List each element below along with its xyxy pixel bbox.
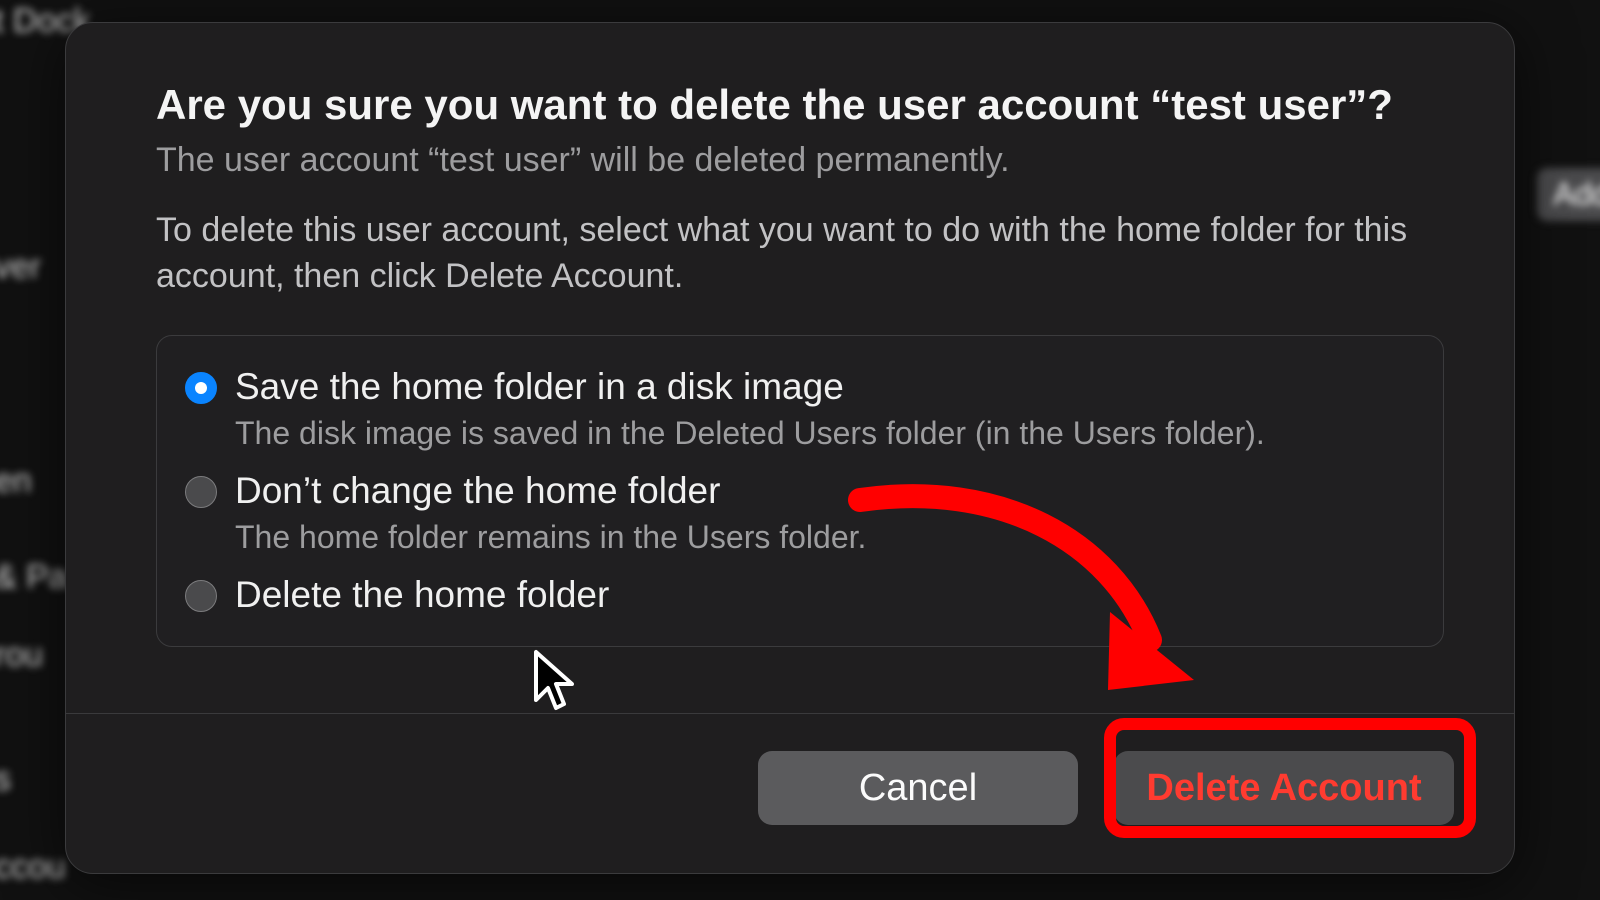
option-save-disk-image[interactable]: Save the home folder in a disk image The… [185, 364, 1415, 454]
delete-user-dialog: Are you sure you want to delete the user… [65, 22, 1515, 874]
option-dont-change[interactable]: Don’t change the home folder The home fo… [185, 468, 1415, 558]
dialog-body-text: To delete this user account, select what… [156, 208, 1416, 300]
dialog-divider [66, 713, 1514, 714]
option-description: The home folder remains in the Users fol… [235, 517, 1415, 559]
delete-account-button[interactable]: Delete Account [1114, 751, 1454, 825]
option-label: Delete the home folder [235, 572, 1415, 618]
cancel-button[interactable]: Cancel [758, 751, 1078, 825]
dialog-button-row: Cancel Delete Account [758, 751, 1454, 825]
radio-save-disk-image[interactable] [185, 372, 217, 404]
bg-sidebar-fragment: & Pa [0, 558, 68, 597]
bg-sidebar-fragment: ccou [0, 848, 66, 887]
bg-add-button: Add [1537, 168, 1600, 221]
bg-sidebar-fragment: s [0, 760, 11, 799]
home-folder-options: Save the home folder in a disk image The… [156, 335, 1444, 647]
bg-sidebar-fragment: ver [0, 248, 41, 287]
dialog-subtitle: The user account “test user” will be del… [156, 138, 1444, 182]
radio-dont-change[interactable] [185, 476, 217, 508]
radio-delete-folder[interactable] [185, 580, 217, 612]
bg-sidebar-fragment: en [0, 462, 32, 501]
option-label: Save the home folder in a disk image [235, 364, 1415, 410]
option-description: The disk image is saved in the Deleted U… [235, 413, 1415, 455]
bg-sidebar-fragment: rou [0, 636, 43, 675]
option-label: Don’t change the home folder [235, 468, 1415, 514]
dialog-title: Are you sure you want to delete the user… [156, 79, 1444, 132]
option-delete-folder[interactable]: Delete the home folder [185, 572, 1415, 618]
